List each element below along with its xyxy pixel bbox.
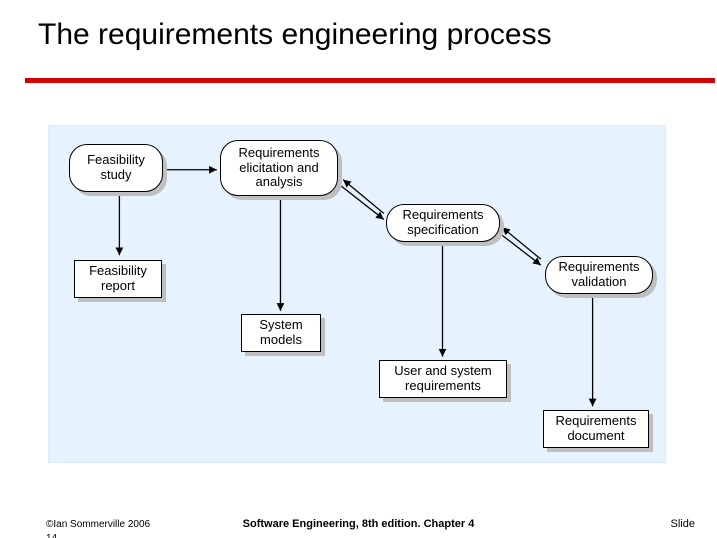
box-req-validation: Requirementsvalidation	[545, 256, 653, 294]
box-feasibility-study: Feasibilitystudy	[69, 144, 163, 192]
footer-right: Slide	[671, 518, 695, 530]
title-underline	[25, 78, 715, 83]
box-req-document: Requirementsdocument	[543, 410, 649, 448]
slide-title: The requirements engineering process	[38, 18, 552, 52]
box-user-system-req: User and systemrequirements	[379, 360, 507, 398]
footer-center: Software Engineering, 8th edition. Chapt…	[0, 518, 717, 530]
slide: The requirements engineering process	[0, 0, 717, 538]
diagram-area: Feasibilitystudy Requirementselicitation…	[48, 125, 666, 463]
box-system-models: Systemmodels	[241, 314, 321, 352]
box-req-specification: Requirementsspecification	[386, 204, 500, 242]
box-req-elicitation: Requirementselicitation andanalysis	[220, 140, 338, 196]
box-feasibility-report: Feasibilityreport	[74, 260, 162, 298]
footer-left-truncated: 14	[46, 533, 57, 538]
